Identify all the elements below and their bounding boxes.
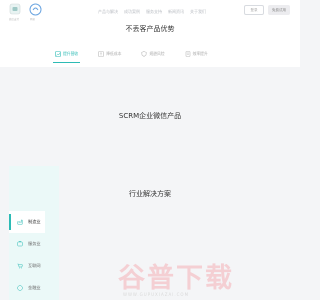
tab-risk[interactable]: 规避风险 <box>141 49 165 59</box>
sidebar-item-label: 服务业 <box>28 241 41 246</box>
nav-item-cases[interactable]: 成功案例 <box>124 9 140 15</box>
sidebar-item-finance[interactable]: 金融业 <box>9 277 45 299</box>
sidebar-item-manufacturing[interactable]: 制造业 <box>9 211 45 233</box>
tab-cost-label: 降低成本 <box>106 51 122 56</box>
industry-sidebar: 制造业 服务业 互联网 金融业 <box>9 211 45 299</box>
nav-item-about[interactable]: 关于我们 <box>190 9 206 15</box>
top-header: 微信支付 网易 产品与解决 成功案例 服务支持 新闻资讯 关于我们 登录 免费试… <box>0 0 300 22</box>
tab-revenue[interactable]: 提升营收 <box>52 49 81 63</box>
coin-icon <box>17 285 23 291</box>
tab-revenue-label: 提升营收 <box>63 51 79 56</box>
watermark-subtext: WWW.GUPUXIAZAI.COM <box>123 292 190 297</box>
sidebar-item-internet[interactable]: 互联网 <box>9 255 45 277</box>
sidebar-item-service[interactable]: 服务业 <box>9 233 45 255</box>
doc-icon <box>185 51 190 57</box>
factory-icon <box>17 219 23 225</box>
solutions-title: 行业解决方案 <box>129 190 171 198</box>
sidebar-item-label: 制造业 <box>28 219 41 224</box>
nav-item-news[interactable]: 新闻资讯 <box>168 9 184 15</box>
sidebar-item-label: 互联网 <box>28 263 41 268</box>
shield-icon <box>141 51 147 57</box>
logo-b-label: 网易 <box>30 18 36 21</box>
tab-efficiency[interactable]: 效率提升 <box>185 49 208 59</box>
logo-a-label: 微信支付 <box>9 18 20 21</box>
logo-b-icon[interactable] <box>29 3 42 16</box>
watermark-text: 谷普下载 <box>118 263 234 294</box>
advantages-title: 不丢客产品优势 <box>125 25 175 33</box>
nav-item-products[interactable]: 产品与解决 <box>98 9 118 15</box>
service-icon <box>17 241 23 247</box>
cost-icon <box>98 51 104 57</box>
tab-cost[interactable]: 降低成本 <box>98 49 121 59</box>
login-button[interactable]: 登录 <box>244 5 264 15</box>
tab-risk-label: 规避风险 <box>149 51 165 56</box>
nav-item-support[interactable]: 服务支持 <box>146 9 162 15</box>
scrm-title: SCRM企业微信产品 <box>118 112 182 120</box>
advantage-tabs: 提升营收 降低成本 规避风险 效率提升 <box>52 49 208 63</box>
chart-icon <box>55 51 61 57</box>
sidebar-item-label: 金融业 <box>28 285 41 290</box>
cart-icon <box>17 263 23 269</box>
watermark: 谷普下载 WWW.GUPUXIAZAI.COM <box>118 256 298 300</box>
logo-a-icon[interactable] <box>9 3 21 17</box>
main-nav: 产品与解决 成功案例 服务支持 新闻资讯 关于我们 <box>98 9 206 15</box>
advantages-section: 不丢客产品优势 提升营收 降低成本 规避风险 效率提升 <box>0 22 300 67</box>
free-trial-button[interactable]: 免费试用 <box>268 5 290 15</box>
tab-efficiency-label: 效率提升 <box>192 51 208 56</box>
